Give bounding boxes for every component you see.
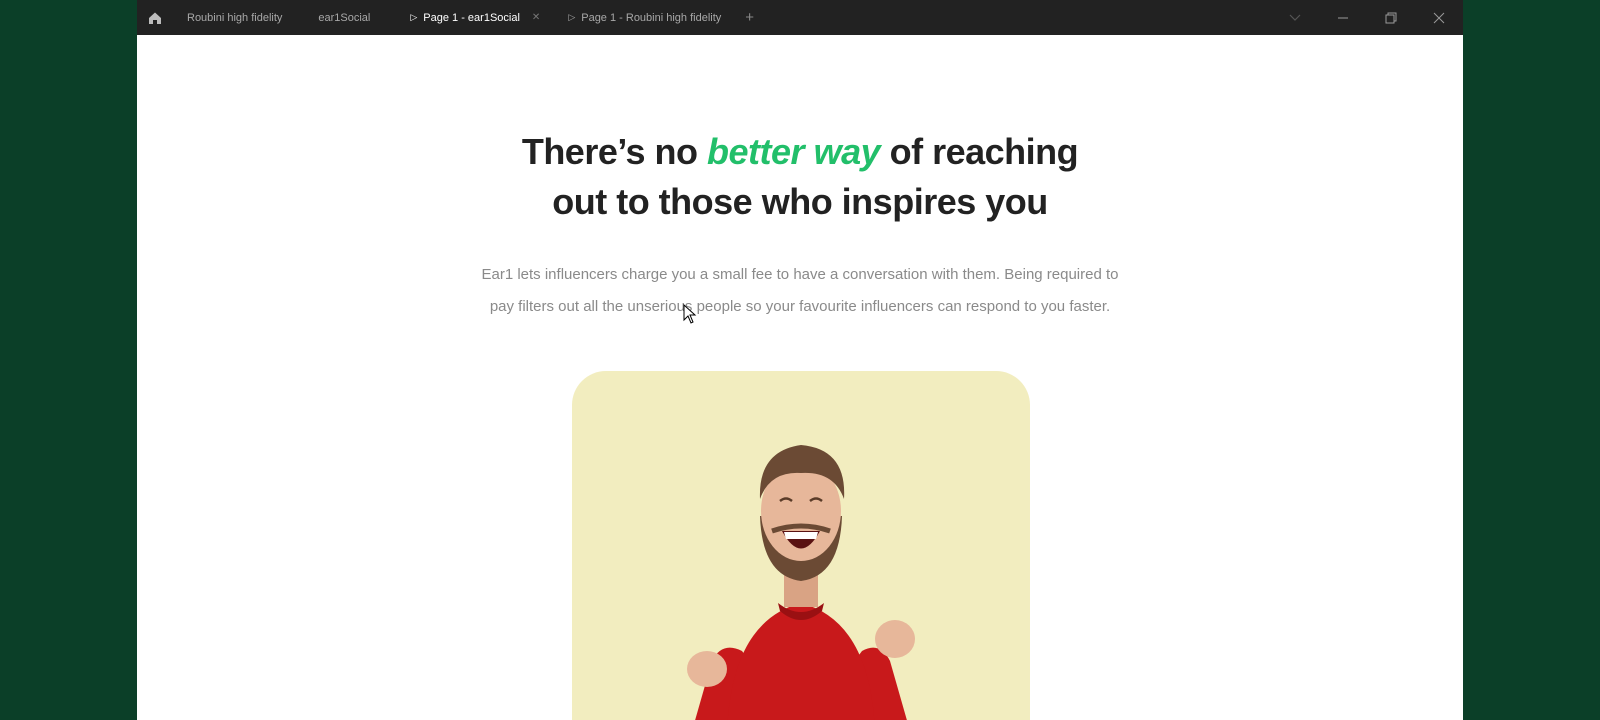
hero-image-card: [572, 371, 1030, 720]
home-button[interactable]: [137, 0, 173, 35]
close-icon[interactable]: ✕: [532, 12, 540, 23]
minimize-button[interactable]: [1319, 0, 1367, 35]
tab-page1-roubini[interactable]: ▷ Page 1 - Roubini high fidelity: [554, 0, 735, 35]
tab-label: Page 1 - ear1Social: [423, 11, 520, 24]
app-window: Roubini high fidelity ear1Social ▷ Page …: [137, 0, 1463, 720]
tab-ear1social[interactable]: ear1Social: [296, 0, 384, 35]
page-canvas: There’s no better way of reaching out to…: [137, 35, 1463, 720]
tab-list-button[interactable]: [1271, 0, 1319, 35]
tab-page1-ear1social[interactable]: ▷ Page 1 - ear1Social ✕: [384, 0, 554, 35]
restore-icon: [1385, 12, 1397, 23]
excited-man-photo: [687, 445, 915, 720]
subtext-line: Ear1 lets influencers charge you a small…: [481, 266, 1119, 283]
cursor-icon: [683, 304, 697, 324]
headline-text: There’s no: [521, 131, 708, 172]
subtext-line: pay filters out all the unserious people…: [489, 298, 1111, 315]
home-icon: [149, 12, 161, 24]
window-close-button[interactable]: [1415, 0, 1463, 35]
tab-label: ear1Social: [318, 11, 371, 24]
minimize-icon: [1338, 17, 1348, 18]
headline-line2: out to those who inspires you: [552, 181, 1048, 222]
tab-label: Roubini high fidelity: [187, 11, 283, 24]
tab-label: Page 1 - Roubini high fidelity: [581, 11, 722, 24]
hero-headline: There’s no better way of reaching out to…: [137, 127, 1463, 227]
chevron-down-icon: [1289, 14, 1301, 21]
tab-roubini[interactable]: Roubini high fidelity: [173, 0, 296, 35]
hero-subtext: Ear1 lets influencers charge you a small…: [437, 259, 1163, 323]
play-icon: ▷: [410, 12, 418, 22]
play-icon: ▷: [568, 12, 576, 22]
plus-icon[interactable]: +: [735, 9, 764, 26]
restore-button[interactable]: [1367, 0, 1415, 35]
headline-highlight: better way: [707, 131, 881, 172]
tab-bar: Roubini high fidelity ear1Social ▷ Page …: [137, 0, 1463, 35]
window-close-icon: [1433, 12, 1445, 23]
headline-text: of reaching: [880, 131, 1079, 172]
